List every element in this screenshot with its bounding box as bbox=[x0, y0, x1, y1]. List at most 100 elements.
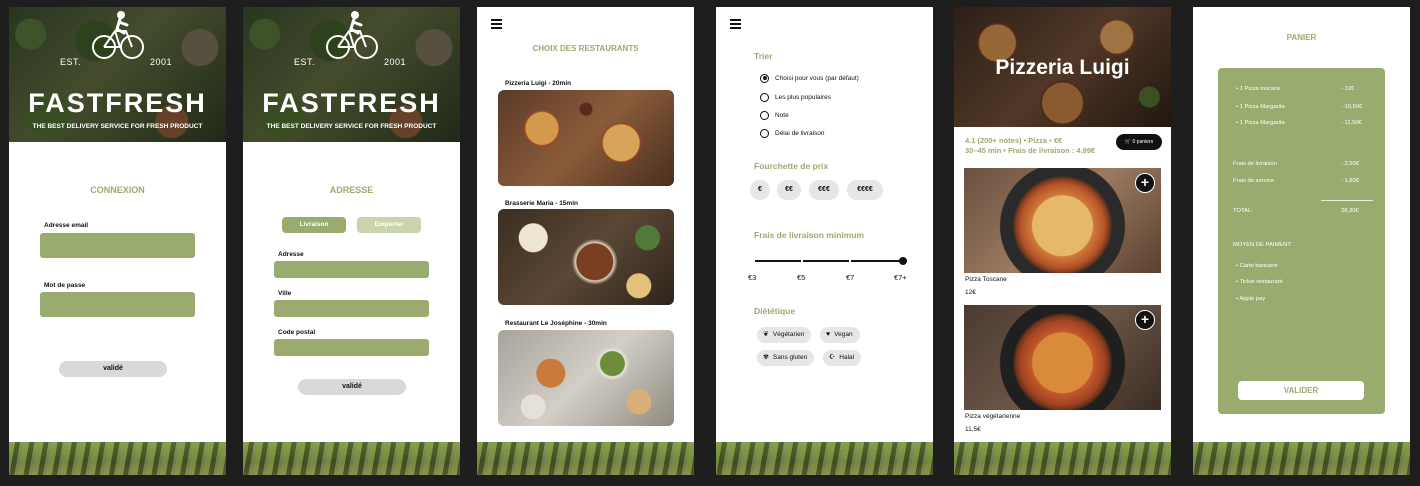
payment-method[interactable]: • Apple pay bbox=[1236, 296, 1265, 302]
menu-icon[interactable] bbox=[730, 19, 741, 31]
vegetable-footer-image bbox=[716, 442, 933, 475]
price-chip[interactable]: €€€ bbox=[809, 180, 839, 200]
address-label: Adresse bbox=[278, 251, 304, 258]
toggle-takeaway[interactable]: Emporter bbox=[357, 217, 421, 233]
est-label: EST. bbox=[294, 57, 316, 67]
screen-login: EST. 2001 FASTFRESH THE BEST DELIVERY SE… bbox=[9, 7, 226, 475]
password-field[interactable] bbox=[40, 292, 195, 317]
cart-item-price: - 12€ bbox=[1341, 86, 1355, 92]
cart-item: • 1 Pizza toscane bbox=[1236, 86, 1281, 92]
dish-image[interactable] bbox=[964, 305, 1161, 410]
payment-title: MOYEN DE PAIMENT: bbox=[1233, 242, 1292, 248]
heart-icon: ♥ bbox=[826, 331, 831, 338]
toggle-delivery[interactable]: Livraison bbox=[282, 217, 346, 233]
delivery-fee-title: Frais de livraison minimum bbox=[754, 230, 865, 240]
cart-title: PANIER bbox=[1286, 33, 1317, 42]
add-dish-button[interactable]: + bbox=[1135, 310, 1155, 330]
radio-selected-icon[interactable] bbox=[760, 73, 769, 83]
fee-tick: €3 bbox=[748, 273, 757, 282]
fee-slider-handle[interactable] bbox=[899, 257, 907, 265]
year-label: 2001 bbox=[150, 57, 173, 67]
email-label: Adresse email bbox=[44, 222, 89, 229]
restaurant-info: 4.1 (200+ notes) • Pizza • €€ 30–45 min … bbox=[965, 136, 1096, 155]
brand-tagline: THE BEST DELIVERY SERVICE FOR FRESH PROD… bbox=[266, 123, 437, 130]
year-label: 2001 bbox=[384, 57, 407, 67]
password-label: Mot de passe bbox=[44, 282, 86, 289]
add-dish-button[interactable]: + bbox=[1135, 173, 1155, 193]
fee-slider-track[interactable] bbox=[851, 260, 903, 262]
vegetable-footer-image bbox=[954, 442, 1171, 475]
payment-method[interactable]: • Carte bancaire bbox=[1236, 263, 1278, 269]
cart-item: • 1 Pizza Margarita bbox=[1236, 120, 1285, 126]
dish-image[interactable] bbox=[964, 168, 1161, 273]
dish-price: 12€ bbox=[965, 289, 976, 296]
brand-name: FASTFRESH bbox=[262, 88, 441, 118]
screen-filters: Trier Choisi pour vous (par défaut) Les … bbox=[716, 7, 933, 475]
price-chip[interactable]: €€€€ bbox=[847, 180, 883, 200]
fee-tick: €7+ bbox=[894, 273, 907, 282]
halal-icon: ☪ bbox=[829, 354, 836, 361]
cyclist-logo-icon bbox=[326, 11, 378, 59]
restaurant-name[interactable]: Pizzeria Luigi - 20min bbox=[505, 80, 571, 87]
cart-button[interactable]: 🛒 0 paniers bbox=[1116, 134, 1162, 150]
diet-chip-gluten-free[interactable]: ✾ Sans gluten bbox=[757, 350, 815, 366]
service-fee-value: - 1,80€ bbox=[1341, 178, 1360, 184]
vegetable-footer-image bbox=[477, 442, 694, 475]
brand-name: FASTFRESH bbox=[28, 88, 207, 118]
diet-title: Diététique bbox=[754, 306, 796, 316]
sort-option[interactable]: Choisi pour vous (par défaut) bbox=[760, 73, 859, 83]
restaurant-name[interactable]: Brasserie Maria - 15min bbox=[505, 200, 578, 207]
validate-order-button[interactable]: VALIDER bbox=[1238, 381, 1364, 400]
vegetable-footer-image bbox=[243, 442, 460, 475]
postal-code-field[interactable] bbox=[274, 339, 429, 356]
login-submit-button[interactable]: validé bbox=[59, 361, 167, 377]
dish-name: Pizza Toscane bbox=[965, 276, 1007, 283]
vegetable-footer-image bbox=[9, 442, 226, 475]
screen-restaurant-detail: Pizzeria Luigi 4.1 (200+ notes) • Pizza … bbox=[954, 7, 1171, 475]
restaurant-image[interactable] bbox=[498, 330, 674, 426]
menu-icon[interactable] bbox=[491, 19, 502, 31]
cart-item-price: - 11,50€ bbox=[1341, 120, 1362, 126]
fee-tick: €7 bbox=[846, 273, 855, 282]
price-chip[interactable]: €€ bbox=[777, 180, 801, 200]
price-chip[interactable]: € bbox=[750, 180, 770, 200]
email-field[interactable] bbox=[40, 233, 195, 258]
hero-banner: EST. 2001 FASTFRESH THE BEST DELIVERY SE… bbox=[243, 7, 460, 142]
fee-slider-track[interactable] bbox=[803, 260, 849, 262]
est-label: EST. bbox=[60, 57, 82, 67]
restaurant-name[interactable]: Restaurant Le Joséphine - 30min bbox=[505, 320, 607, 327]
radio-icon[interactable] bbox=[760, 110, 769, 120]
diet-chip-vegetarian[interactable]: ❦ Végétarien bbox=[757, 327, 812, 343]
dish-name: Pizza végétarienne bbox=[965, 413, 1021, 420]
radio-icon[interactable] bbox=[760, 128, 769, 138]
delivery-fee-value: - 2,50€ bbox=[1341, 161, 1360, 167]
login-title: CONNEXION bbox=[90, 185, 145, 195]
address-submit-button[interactable]: validé bbox=[298, 379, 406, 395]
total-label: TOTAL: bbox=[1233, 208, 1253, 214]
total-value: 28,30€ bbox=[1341, 208, 1359, 214]
fee-tick: €5 bbox=[797, 273, 806, 282]
restaurant-title: Pizzeria Luigi bbox=[995, 56, 1130, 79]
price-range-title: Fourchette de prix bbox=[754, 161, 829, 171]
fee-slider-track[interactable] bbox=[755, 260, 801, 262]
sort-option[interactable]: Note bbox=[760, 110, 789, 120]
screen-address: EST. 2001 FASTFRESH THE BEST DELIVERY SE… bbox=[243, 7, 460, 475]
cart-item: • 1 Pizza Margarita bbox=[1236, 104, 1285, 110]
diet-chip-halal[interactable]: ☪ Halal bbox=[823, 350, 862, 366]
sort-option[interactable]: Les plus populaires bbox=[760, 92, 831, 102]
postal-code-label: Code postal bbox=[278, 329, 316, 336]
address-title: ADRESSE bbox=[329, 185, 374, 195]
vegetable-footer-image bbox=[1193, 442, 1410, 475]
wheat-icon: ✾ bbox=[763, 354, 769, 361]
city-field[interactable] bbox=[274, 300, 429, 317]
diet-chip-vegan[interactable]: ♥ Vegan bbox=[820, 327, 860, 343]
restaurant-image[interactable] bbox=[498, 209, 674, 305]
address-field[interactable] bbox=[274, 261, 429, 278]
dish-price: 11,5€ bbox=[965, 426, 981, 433]
sort-title: Trier bbox=[754, 51, 773, 61]
sort-option[interactable]: Délai de livraison bbox=[760, 128, 825, 138]
radio-icon[interactable] bbox=[760, 92, 769, 102]
restaurant-image[interactable] bbox=[498, 90, 674, 186]
screen-restaurants: CHOIX DES RESTAURANTS Pizzeria Luigi - 2… bbox=[477, 7, 694, 475]
payment-method[interactable]: • Ticket restaurant bbox=[1236, 279, 1283, 285]
